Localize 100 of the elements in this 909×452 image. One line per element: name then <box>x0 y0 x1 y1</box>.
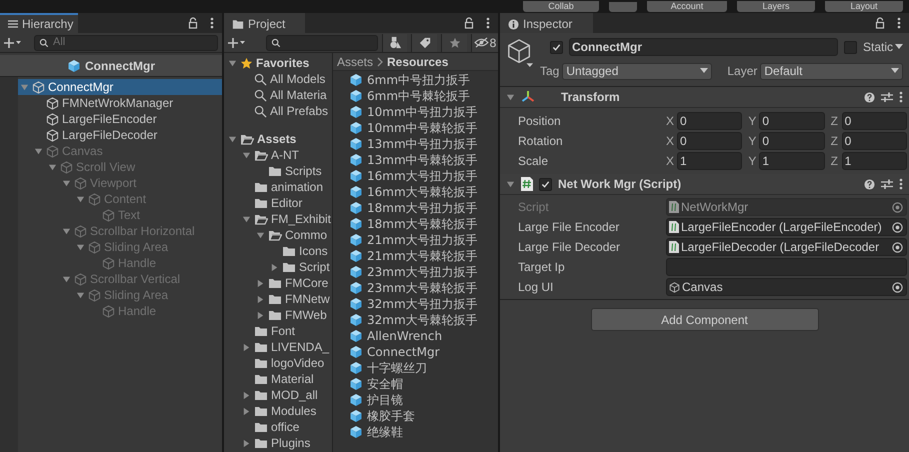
asset-item[interactable]: 16mm大号棘轮扳手 <box>349 184 498 200</box>
cube-icon[interactable] <box>506 38 534 68</box>
number-field[interactable]: 0 <box>759 132 825 150</box>
asset-item[interactable]: 23mm大号扭力扳手 <box>349 264 498 280</box>
folder-tree-item[interactable]: All Prefabs <box>224 103 332 119</box>
expand-arrow-icon[interactable] <box>228 58 237 68</box>
favorite-button[interactable] <box>441 34 467 52</box>
number-field[interactable]: 1 <box>842 152 907 170</box>
presets-icon[interactable] <box>881 91 893 103</box>
number-field[interactable]: 0 <box>842 112 907 130</box>
text-field[interactable] <box>666 258 907 276</box>
component-header[interactable]: Net Work Mgr (Script) <box>500 174 909 195</box>
breadcrumb-item[interactable]: Assets <box>337 53 374 70</box>
expand-arrow-icon[interactable] <box>242 438 251 448</box>
folder-tree-item[interactable]: logoVideo <box>224 355 332 371</box>
number-field[interactable]: 1 <box>759 152 825 170</box>
tag-dropdown[interactable]: Untagged <box>562 62 712 80</box>
static-dropdown[interactable]: Static <box>862 38 903 56</box>
enabled-checkbox[interactable] <box>539 178 552 190</box>
breadcrumb-item[interactable]: Resources <box>387 53 448 70</box>
object-picker-icon[interactable] <box>892 282 903 292</box>
number-field[interactable]: 0 <box>677 132 742 150</box>
asset-item[interactable]: 32mm大号棘轮扳手 <box>349 312 498 328</box>
more-icon[interactable] <box>897 17 901 29</box>
folder-tree-item[interactable]: All Models <box>224 71 332 87</box>
folder-tree-item[interactable]: Commo <box>224 227 332 243</box>
folder-tree-item[interactable]: Assets <box>224 131 332 147</box>
folder-tree-item[interactable]: office <box>224 419 332 435</box>
folder-tree-item[interactable]: Scripts <box>224 163 332 179</box>
asset-item[interactable]: AllenWrench <box>349 328 498 344</box>
foldout-arrow-icon[interactable] <box>506 92 515 102</box>
type-filter-button[interactable] <box>382 34 407 52</box>
folder-tree-item[interactable]: Font <box>224 323 332 339</box>
panel-tab[interactable]: Inspector <box>500 13 593 33</box>
add-component-button[interactable]: Add Component <box>590 308 818 331</box>
presets-icon[interactable] <box>881 178 893 190</box>
object-field[interactable]: LargeFileEncoder (LargeFileEncoder) <box>666 218 907 236</box>
number-field[interactable]: 0 <box>759 112 825 130</box>
asset-item[interactable]: 23mm大号棘轮扳手 <box>349 280 498 296</box>
folder-tree-item[interactable]: FMWeb <box>224 307 332 323</box>
asset-item[interactable]: 护目镜 <box>349 392 498 408</box>
asset-item[interactable]: 21mm大号棘轮扳手 <box>349 248 498 264</box>
layer-dropdown[interactable]: Default <box>760 62 903 80</box>
lock-icon[interactable] <box>875 17 885 29</box>
static-checkbox[interactable] <box>844 40 857 54</box>
folder-tree-item[interactable]: Script <box>224 259 332 275</box>
asset-item[interactable]: 安全帽 <box>349 376 498 392</box>
object-field[interactable]: Canvas <box>666 278 907 296</box>
search-field[interactable] <box>266 34 378 50</box>
toolbar-button[interactable]: Layout <box>825 1 903 12</box>
folder-tree-item[interactable]: LIVENDA_ <box>224 339 332 355</box>
folder-tree-item[interactable]: FMNetw <box>224 291 332 307</box>
asset-item[interactable]: 32mm大号扭力扳手 <box>349 296 498 312</box>
foldout-arrow-icon[interactable] <box>506 180 515 188</box>
label-filter-button[interactable] <box>411 34 437 52</box>
help-icon[interactable] <box>864 92 875 102</box>
search-field[interactable]: All <box>34 34 218 50</box>
hierarchy-item[interactable]: LargeFileDecoder <box>18 127 222 143</box>
panel-tab[interactable]: Hierarchy <box>0 13 78 33</box>
object-picker-icon[interactable] <box>892 242 903 252</box>
folder-tree-item[interactable]: Material <box>224 371 332 387</box>
more-icon[interactable] <box>899 178 903 190</box>
lock-icon[interactable] <box>188 17 198 29</box>
folder-tree-item[interactable]: FMCore <box>224 275 332 291</box>
more-icon[interactable] <box>486 17 490 29</box>
asset-item[interactable]: 10mm中号扭力扳手 <box>349 104 498 120</box>
folder-tree-item[interactable]: FM_Exhibit <box>224 211 332 227</box>
active-checkbox[interactable] <box>550 40 563 54</box>
object-picker-icon[interactable] <box>892 222 903 232</box>
asset-item[interactable]: 16mm大号扭力扳手 <box>349 168 498 184</box>
toolbar-button[interactable]: Collab <box>523 1 599 12</box>
help-icon[interactable] <box>864 178 875 190</box>
folder-tree-item[interactable]: Favorites <box>224 55 332 71</box>
folder-tree-item[interactable]: A-NT <box>224 147 332 163</box>
folder-tree-item[interactable]: Modules <box>224 403 332 419</box>
asset-item[interactable]: 21mm大号扭力扳手 <box>349 232 498 248</box>
asset-item[interactable]: 绝缘鞋 <box>349 424 498 440</box>
hierarchy-item[interactable]: LargeFileEncoder <box>18 111 222 127</box>
asset-item[interactable]: ConnectMgr <box>349 344 498 360</box>
object-field[interactable]: LargeFileDecoder (LargeFileDecoder <box>666 238 907 256</box>
hidden-packages-button[interactable]: 8 <box>471 34 498 52</box>
hierarchy-item[interactable]: FMNetWrokManager <box>18 95 222 111</box>
folder-tree-item[interactable]: All Materia <box>224 87 332 103</box>
asset-item[interactable]: 6mm中号扭力扳手 <box>349 72 498 88</box>
hierarchy-item[interactable]: ConnectMgr <box>18 79 222 95</box>
asset-item[interactable]: 13mm中号扭力扳手 <box>349 136 498 152</box>
asset-item[interactable]: 18mm大号棘轮扳手 <box>349 216 498 232</box>
name-field[interactable]: ConnectMgr <box>569 38 838 56</box>
asset-item[interactable]: 6mm中号棘轮扳手 <box>349 88 498 104</box>
toolbar-button[interactable]: Layers <box>737 1 815 12</box>
asset-item[interactable]: 十字螺丝刀 <box>349 360 498 376</box>
folder-tree-item[interactable]: Icons <box>224 243 332 259</box>
number-field[interactable]: 1 <box>677 152 742 170</box>
number-field[interactable]: 0 <box>677 112 742 130</box>
number-field[interactable]: 0 <box>842 132 907 150</box>
asset-item[interactable]: 橡胶手套 <box>349 408 498 424</box>
folder-tree-item[interactable]: MOD_all <box>224 387 332 403</box>
toolbar-button[interactable]: Account <box>647 1 727 12</box>
folder-tree-item[interactable]: Plugins <box>224 435 332 451</box>
lock-icon[interactable] <box>464 17 474 29</box>
